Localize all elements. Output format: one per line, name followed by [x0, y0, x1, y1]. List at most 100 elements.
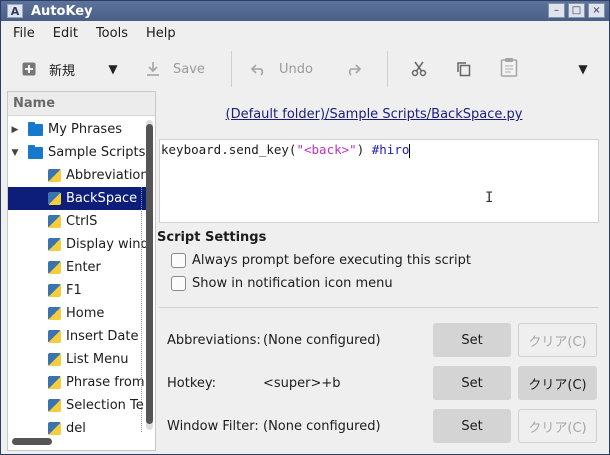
hotkey-row: Hotkey: <super>+b Set クリア(C): [167, 366, 599, 400]
tree-item-label: Display wind: [66, 237, 149, 252]
tree-item-label: CtrlS: [66, 214, 98, 229]
abbreviations-label: Abbreviations:: [167, 332, 261, 348]
show-in-menu-option[interactable]: Show in notification icon menu: [171, 276, 393, 291]
python-file-icon: [48, 261, 61, 274]
menu-tools[interactable]: Tools: [90, 26, 134, 41]
abbreviations-row: Abbreviations: (None configured) Set クリア…: [167, 323, 599, 357]
redo-icon[interactable]: [343, 59, 363, 79]
code-string: "<back>": [296, 142, 357, 157]
tree-item[interactable]: del: [8, 417, 148, 440]
tree-horizontal-scrollbar[interactable]: [12, 438, 52, 445]
toolbar-divider: [387, 51, 388, 87]
python-file-icon: [48, 238, 61, 251]
main-window: A AutoKey – □ × File Edit Tools Help 新規 …: [0, 0, 610, 455]
abbreviations-clear-button[interactable]: クリア(C): [518, 323, 597, 357]
scrollbar-thumb[interactable]: [146, 124, 153, 424]
window-controls: – □ ×: [548, 3, 605, 18]
python-file-icon: [48, 307, 61, 320]
code-close: ): [356, 142, 372, 157]
script-tree[interactable]: Name ▶ My Phrases ▼ Sample Scripts Abbre…: [7, 91, 156, 451]
menu-file[interactable]: File: [7, 26, 41, 41]
undo-label: Undo: [279, 61, 313, 77]
settings-divider: [159, 307, 599, 308]
window-filter-value: (None configured): [263, 418, 381, 434]
python-file-icon: [48, 169, 61, 182]
ibeam-cursor-icon: I: [485, 190, 494, 206]
tree-vertical-scrollbar[interactable]: [146, 120, 153, 430]
tree-item[interactable]: Phrase from: [8, 371, 148, 394]
abbreviations-set-button[interactable]: Set: [433, 323, 511, 357]
collapse-arrow-icon[interactable]: ▼: [8, 148, 22, 158]
menu-help[interactable]: Help: [140, 26, 182, 41]
save-label: Save: [173, 61, 205, 77]
tree-item-label: Selection Te: [66, 398, 144, 413]
new-button[interactable]: 新規: [19, 51, 75, 87]
code-comment: #hiro: [371, 142, 410, 157]
download-icon: [143, 59, 163, 79]
undo-icon: [249, 59, 269, 79]
new-dropdown-icon[interactable]: ▼: [103, 59, 123, 79]
window-filter-clear-button[interactable]: クリア(C): [518, 409, 597, 443]
window-filter-set-button[interactable]: Set: [433, 409, 511, 443]
tree-item[interactable]: CtrlS: [8, 210, 148, 233]
python-file-icon: [48, 422, 61, 435]
tree-folder-sample-scripts[interactable]: ▼ Sample Scripts: [8, 141, 148, 164]
python-file-icon: [48, 284, 61, 297]
hotkey-label: Hotkey:: [167, 375, 217, 391]
expand-arrow-icon[interactable]: ▶: [8, 125, 22, 135]
python-file-icon: [48, 330, 61, 343]
tree-item-label: List Menu: [66, 352, 129, 367]
tree-item-label: Sample Scripts: [48, 145, 146, 160]
script-path-link[interactable]: (Default folder)/Sample Scripts/BackSpac…: [159, 107, 589, 122]
tree-item[interactable]: Display wind: [8, 233, 149, 256]
minimize-button[interactable]: –: [548, 3, 565, 18]
hotkey-clear-button[interactable]: クリア(C): [518, 366, 597, 400]
always-prompt-checkbox[interactable]: [171, 253, 186, 268]
save-button[interactable]: Save: [143, 51, 205, 87]
folder-icon: [28, 144, 43, 159]
show-in-menu-label: Show in notification icon menu: [192, 276, 393, 291]
undo-button[interactable]: Undo: [249, 51, 313, 87]
tree-item-selected[interactable]: BackSpace: [8, 187, 148, 210]
hotkey-set-button[interactable]: Set: [433, 366, 511, 400]
python-file-icon: [48, 376, 61, 389]
tree-item[interactable]: Home: [8, 302, 148, 325]
window-filter-row: Window Filter: (None configured) Set クリア…: [167, 409, 599, 443]
abbreviations-value: (None configured): [263, 332, 381, 348]
script-editor-panel: (Default folder)/Sample Scripts/BackSpac…: [157, 91, 609, 453]
window-filter-label: Window Filter:: [167, 418, 259, 434]
title-bar[interactable]: A AutoKey – □ ×: [1, 1, 609, 21]
tree-divider: [141, 187, 142, 432]
paste-icon[interactable]: [499, 57, 519, 77]
tree-item[interactable]: Selection Te: [8, 394, 148, 417]
menu-edit[interactable]: Edit: [47, 26, 84, 41]
python-file-icon: [48, 399, 61, 412]
cut-icon[interactable]: [409, 59, 429, 79]
tree-item-label: My Phrases: [48, 122, 122, 137]
python-file-icon: [48, 192, 61, 205]
tree-item-label: Home: [66, 306, 105, 321]
copy-icon[interactable]: [454, 59, 474, 79]
tree-item[interactable]: Abbreviation: [8, 164, 149, 187]
toolbar: 新規 ▼ Save Undo ▼: [1, 47, 609, 91]
toolbar-overflow-icon[interactable]: ▼: [573, 59, 593, 79]
tree-item-label: del: [66, 421, 86, 436]
always-prompt-option[interactable]: Always prompt before executing this scri…: [171, 253, 471, 268]
tree-item-label: Insert Date: [66, 329, 139, 344]
hotkey-value: <super>+b: [263, 375, 341, 391]
show-in-menu-checkbox[interactable]: [171, 276, 186, 291]
tree-folder-my-phrases[interactable]: ▶ My Phrases: [8, 118, 148, 141]
code-editor[interactable]: keyboard.send_key("<back>") #hiro I: [159, 139, 599, 223]
script-settings-title: Script Settings: [157, 230, 267, 245]
tree-item-label: Abbreviation: [66, 168, 149, 183]
tree-item[interactable]: F1: [8, 279, 148, 302]
text-caret: [409, 143, 411, 158]
close-button[interactable]: ×: [588, 3, 605, 18]
maximize-button[interactable]: □: [568, 3, 585, 18]
new-label: 新規: [49, 63, 76, 79]
toolbar-divider: [231, 51, 232, 87]
tree-item[interactable]: Insert Date: [8, 325, 148, 348]
app-icon: A: [7, 4, 23, 18]
tree-item[interactable]: List Menu: [8, 348, 148, 371]
tree-item[interactable]: Enter: [8, 256, 148, 279]
